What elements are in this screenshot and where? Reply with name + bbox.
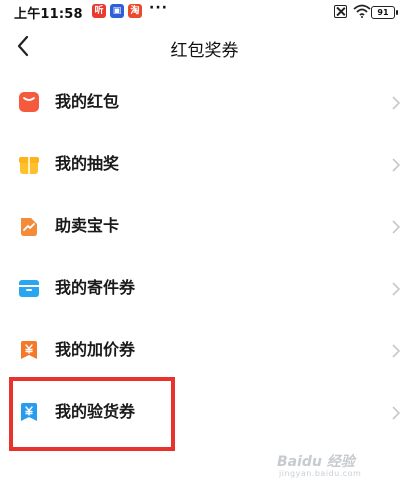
gift-box-icon — [19, 157, 39, 174]
chevron-right-icon — [392, 344, 401, 358]
highlight-annotation — [9, 377, 175, 451]
menu-item-markup-coupon[interactable]: 我的加价券 — [0, 320, 409, 382]
chevron-right-icon — [392, 282, 401, 296]
status-bar: 上午11:58 听 ▣ 淘 ··· 91 — [0, 0, 409, 24]
battery-icon: 91 — [371, 6, 398, 19]
notification-app-icon: ▣ — [110, 4, 124, 18]
notification-app-icon: 听 — [92, 4, 106, 18]
page-title: 红包奖券 — [170, 41, 239, 61]
yuan-coupon-icon — [21, 341, 37, 359]
chevron-right-icon — [392, 220, 401, 234]
watermark-text: Baidu 经验 — [277, 454, 355, 470]
watermark: Baidu 经验 jingyan.baidu.com — [277, 451, 395, 481]
watermark-url: jingyan.baidu.com — [279, 469, 362, 478]
menu-item-shipping-coupon[interactable]: 我的寄件券 — [0, 258, 409, 320]
notification-app-icon: 淘 — [128, 4, 142, 18]
chevron-right-icon — [392, 158, 401, 172]
menu-item-red-packet[interactable]: 我的红包 — [0, 72, 409, 134]
nav-bar: 红包奖券 — [0, 30, 409, 64]
menu-item-lottery[interactable]: 我的抽奖 — [0, 134, 409, 196]
status-time: 上午11:58 — [14, 7, 83, 22]
menu-item-label: 我的加价券 — [55, 340, 136, 359]
menu-item-label: 我的寄件券 — [55, 278, 136, 297]
wifi-icon — [353, 4, 371, 18]
red-packet-icon — [19, 92, 39, 112]
chevron-right-icon — [392, 96, 401, 110]
sim-off-icon — [334, 5, 347, 18]
menu-item-label: 我的抽奖 — [55, 154, 120, 173]
menu-item-label: 助卖宝卡 — [55, 216, 120, 235]
chevron-right-icon — [392, 406, 401, 420]
trend-card-icon — [21, 218, 37, 236]
menu-item-label: 我的红包 — [55, 92, 120, 111]
more-notifications-icon: ··· — [149, 0, 168, 16]
menu-item-sale-boost-card[interactable]: 助卖宝卡 — [0, 196, 409, 258]
package-icon — [19, 280, 39, 297]
